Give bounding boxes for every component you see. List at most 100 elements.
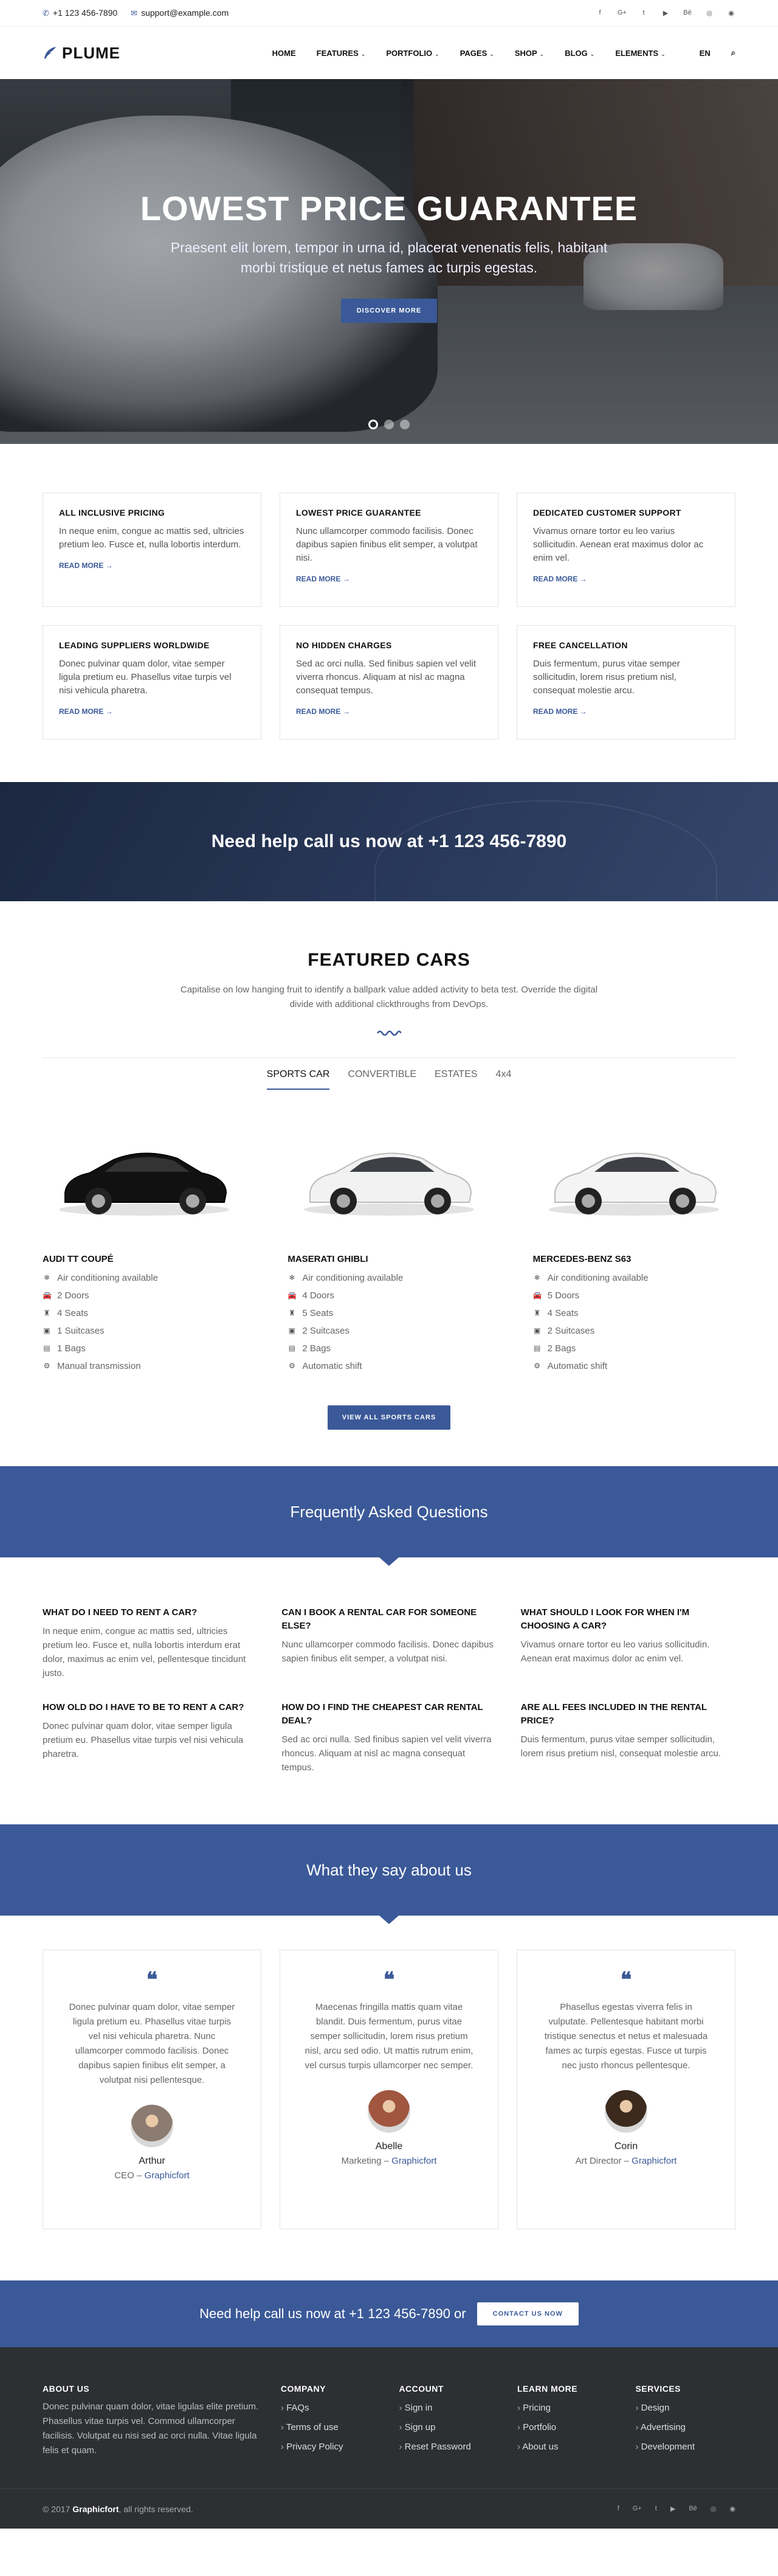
main-nav: HOME FEATURES ⌄ PORTFOLIO ⌄ PAGES ⌄ SHOP ⌄ BLOG ⌄ E… bbox=[272, 48, 735, 58]
footer-link[interactable]: Terms of use bbox=[281, 2418, 381, 2437]
read-more-link[interactable]: READ MORE → bbox=[59, 707, 113, 716]
copyright-brand[interactable]: Graphicfort bbox=[72, 2504, 119, 2514]
car-card: MASERATI GHIBLI ❄ Air conditioning availab… bbox=[287, 1114, 490, 1375]
car-image[interactable] bbox=[43, 1114, 245, 1236]
footer-links: Sign inSign upReset Password bbox=[399, 2398, 499, 2457]
footer-link[interactable]: Development bbox=[635, 2437, 735, 2457]
testimonial-name: Abelle bbox=[375, 2141, 403, 2152]
read-more-link[interactable]: READ MORE → bbox=[296, 575, 350, 583]
footer-links: DesignAdvertisingDevelopment bbox=[635, 2398, 735, 2457]
featured-cars-subtitle: Capitalise on low hanging fruit to ident… bbox=[180, 985, 598, 1009]
car-spec-item: ♜ 4 Seats bbox=[43, 1304, 245, 1322]
twitter-icon[interactable]: t bbox=[655, 2505, 657, 2513]
read-more-link[interactable]: READ MORE → bbox=[533, 575, 587, 583]
slider-dot[interactable] bbox=[400, 420, 410, 429]
car-illustration bbox=[58, 1152, 229, 1216]
facebook-icon[interactable]: f bbox=[618, 2505, 619, 2513]
footer-link[interactable]: FAQs bbox=[281, 2398, 381, 2418]
faq-title: Frequently Asked Questions bbox=[290, 1502, 488, 1521]
slider-dot[interactable] bbox=[368, 420, 378, 429]
google-plus-icon[interactable]: G+ bbox=[633, 2505, 642, 2513]
tab-convertible[interactable]: CONVERTIBLE bbox=[348, 1069, 416, 1090]
footer-link[interactable]: Pricing bbox=[517, 2398, 618, 2418]
nav-item-shop[interactable]: SHOP ⌄ bbox=[515, 49, 544, 58]
car-spec-text: Automatic shift bbox=[547, 1361, 608, 1371]
read-more-link[interactable]: READ MORE → bbox=[59, 561, 113, 570]
car-door-icon: 🚘 bbox=[43, 1291, 52, 1300]
car-spec-item: ▤ 2 Bags bbox=[533, 1340, 735, 1357]
nav-item-portfolio[interactable]: PORTFOLIO ⌄ bbox=[386, 49, 439, 58]
featured-cars-section: FEATURED CARS Capitalise on low hanging … bbox=[0, 901, 778, 1466]
instagram-icon[interactable]: ◉ bbox=[727, 9, 735, 17]
footer-link[interactable]: Portfolio bbox=[517, 2418, 618, 2437]
slider-dot[interactable] bbox=[384, 420, 394, 429]
email-text: support@example.com bbox=[141, 8, 229, 18]
contact-us-button[interactable]: CONTACT US NOW bbox=[477, 2302, 579, 2325]
twitter-icon[interactable]: t bbox=[639, 9, 648, 17]
footer-link[interactable]: Sign in bbox=[399, 2398, 499, 2418]
tab-estates[interactable]: ESTATES bbox=[435, 1069, 478, 1090]
behance-icon[interactable]: Bē bbox=[689, 2505, 697, 2513]
youtube-icon[interactable]: ▶ bbox=[661, 9, 670, 17]
email-link[interactable]: ✉ support@example.com bbox=[131, 8, 229, 18]
testimonial-name: Arthur bbox=[139, 2156, 165, 2166]
tab-sports-car[interactable]: SPORTS CAR bbox=[266, 1069, 330, 1090]
feature-text: Duis fermentum, purus vitae semper solli… bbox=[533, 659, 680, 696]
footer-link[interactable]: Advertising bbox=[635, 2418, 735, 2437]
car-specs: ❄ Air conditioning available 🚘 4 Doors ♜ 5 Se… bbox=[287, 1269, 490, 1375]
phone-link[interactable]: ✆ +1 123 456-7890 bbox=[43, 8, 117, 18]
youtube-icon[interactable]: ▶ bbox=[670, 2505, 675, 2513]
car-name[interactable]: AUDI TT COUPÉ bbox=[43, 1254, 245, 1264]
nav-item-label: BLOG bbox=[565, 48, 588, 58]
discover-more-button[interactable]: DISCOVER MORE bbox=[340, 299, 438, 323]
car-spec-text: 4 Seats bbox=[57, 1308, 88, 1318]
footer-link[interactable]: Privacy Policy bbox=[281, 2437, 381, 2457]
footer-column-title: LEARN MORE bbox=[517, 2384, 578, 2394]
car-image[interactable] bbox=[533, 1114, 735, 1236]
facebook-icon[interactable]: f bbox=[596, 9, 604, 17]
testimonial-card: ❝ Maecenas fringilla mattis quam vitae bl… bbox=[280, 1950, 498, 2229]
search-icon[interactable]: ⌕ bbox=[731, 48, 735, 58]
testimonial-role: CEO – Graphicfort bbox=[67, 2170, 236, 2181]
language-switcher[interactable]: EN bbox=[700, 49, 711, 58]
testimonial-role-title: CEO – bbox=[114, 2170, 145, 2181]
behance-icon[interactable]: Bē bbox=[683, 9, 692, 17]
dribbble-icon[interactable]: ◎ bbox=[705, 9, 714, 17]
chevron-down-icon: ⌄ bbox=[435, 50, 439, 57]
car-image[interactable] bbox=[287, 1114, 490, 1236]
footer-link[interactable]: Reset Password bbox=[399, 2437, 499, 2457]
nav-item-home[interactable]: HOME bbox=[272, 49, 296, 58]
view-all-sports-cars-button[interactable]: VIEW ALL SPORTS CARS bbox=[327, 1405, 451, 1430]
car-spec-text: 1 Bags bbox=[57, 1343, 86, 1354]
feature-title: ALL INCLUSIVE PRICING bbox=[59, 508, 165, 518]
feature-title: LOWEST PRICE GUARANTEE bbox=[296, 508, 421, 518]
car-door-icon: 🚘 bbox=[532, 1291, 542, 1300]
google-plus-icon[interactable]: G+ bbox=[618, 9, 627, 17]
suitcase-icon: ▣ bbox=[533, 1326, 541, 1335]
read-more-link[interactable]: READ MORE → bbox=[533, 707, 587, 716]
read-more-link[interactable]: READ MORE → bbox=[296, 707, 350, 716]
dribbble-icon[interactable]: ◎ bbox=[711, 2505, 717, 2513]
faq-item: HOW DO I FIND THE CHEAPEST CAR RENTAL DE… bbox=[281, 1701, 496, 1774]
car-name[interactable]: MERCEDES-BENZ S63 bbox=[533, 1254, 735, 1264]
logo[interactable]: PLUME bbox=[43, 44, 120, 63]
features-grid: ALL INCLUSIVE PRICING In neque enim, cong… bbox=[0, 444, 778, 782]
footer-link[interactable]: About us bbox=[517, 2437, 618, 2457]
car-specs: ❄ Air conditioning available 🚘 2 Doors ♜ 4 Se… bbox=[43, 1269, 245, 1375]
testimonial-company[interactable]: Graphicfort bbox=[632, 2156, 676, 2166]
instagram-icon[interactable]: ◉ bbox=[729, 2505, 735, 2513]
nav-item-pages[interactable]: PAGES ⌄ bbox=[460, 49, 494, 58]
nav-item-features[interactable]: FEATURES ⌄ bbox=[317, 49, 366, 58]
car-spec-item: ⚙ Automatic shift bbox=[533, 1357, 735, 1375]
feature-text: Vivamus ornare tortor eu leo varius soll… bbox=[533, 526, 704, 563]
testimonial-company[interactable]: Graphicfort bbox=[391, 2156, 436, 2166]
footer-column-services: SERVICES DesignAdvertisingDevelopment bbox=[635, 2384, 735, 2458]
testimonial-role-title: Marketing – bbox=[341, 2156, 392, 2166]
footer-link[interactable]: Sign up bbox=[399, 2418, 499, 2437]
tab-4x4[interactable]: 4x4 bbox=[496, 1069, 512, 1090]
nav-item-blog[interactable]: BLOG ⌄ bbox=[565, 49, 594, 58]
car-name[interactable]: MASERATI GHIBLI bbox=[287, 1254, 490, 1264]
nav-item-elements[interactable]: ELEMENTS ⌄ bbox=[615, 49, 665, 58]
footer-link[interactable]: Design bbox=[635, 2398, 735, 2418]
testimonial-company[interactable]: Graphicfort bbox=[144, 2170, 189, 2181]
